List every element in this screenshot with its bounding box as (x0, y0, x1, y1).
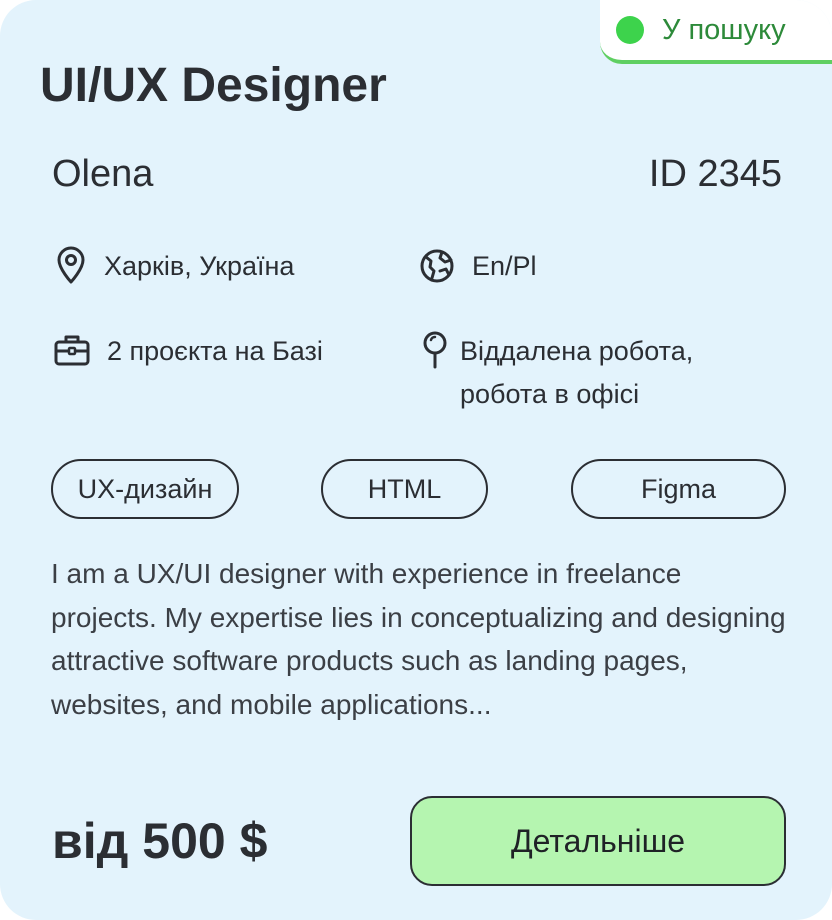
info-work-type: Віддалена робота, робота в офісі (422, 330, 693, 416)
skill-tag[interactable]: UX-дизайн (51, 459, 239, 519)
languages-label: En/Pl (472, 251, 537, 281)
info-languages: En/Pl (418, 245, 537, 288)
map-pin-icon (57, 246, 85, 284)
description: I am a UX/UI designer with experience in… (51, 558, 786, 720)
status-label: У пошуку (662, 13, 786, 46)
projects-label: 2 проєкта на Базі (107, 336, 323, 366)
pin-icon (423, 331, 447, 369)
price: від 500 $ (52, 813, 268, 869)
skill-tag[interactable]: HTML (321, 459, 488, 519)
work-type-line-2: робота в офісі (460, 379, 640, 409)
freelancer-name: Olena (52, 153, 154, 195)
details-button[interactable]: Детальніше (410, 796, 786, 886)
freelancer-card: У пошуку UI/UX Designer Olena ID 2345 Ха… (0, 0, 832, 920)
status-badge: У пошуку (600, 0, 832, 64)
skill-tag[interactable]: Figma (571, 459, 786, 519)
briefcase-icon (54, 335, 90, 366)
location-label: Харків, Україна (104, 251, 295, 281)
work-type-line-1: Віддалена робота, (460, 336, 694, 366)
job-title: UI/UX Designer (40, 59, 387, 112)
info-location: Харків, Україна (54, 245, 294, 288)
globe-icon (420, 249, 454, 283)
freelancer-id: ID 2345 (648, 153, 782, 195)
status-dot-icon (616, 16, 644, 44)
info-projects: 2 проєкта на Базі (53, 330, 323, 373)
work-type-text: Віддалена робота, робота в офісі (460, 330, 693, 416)
